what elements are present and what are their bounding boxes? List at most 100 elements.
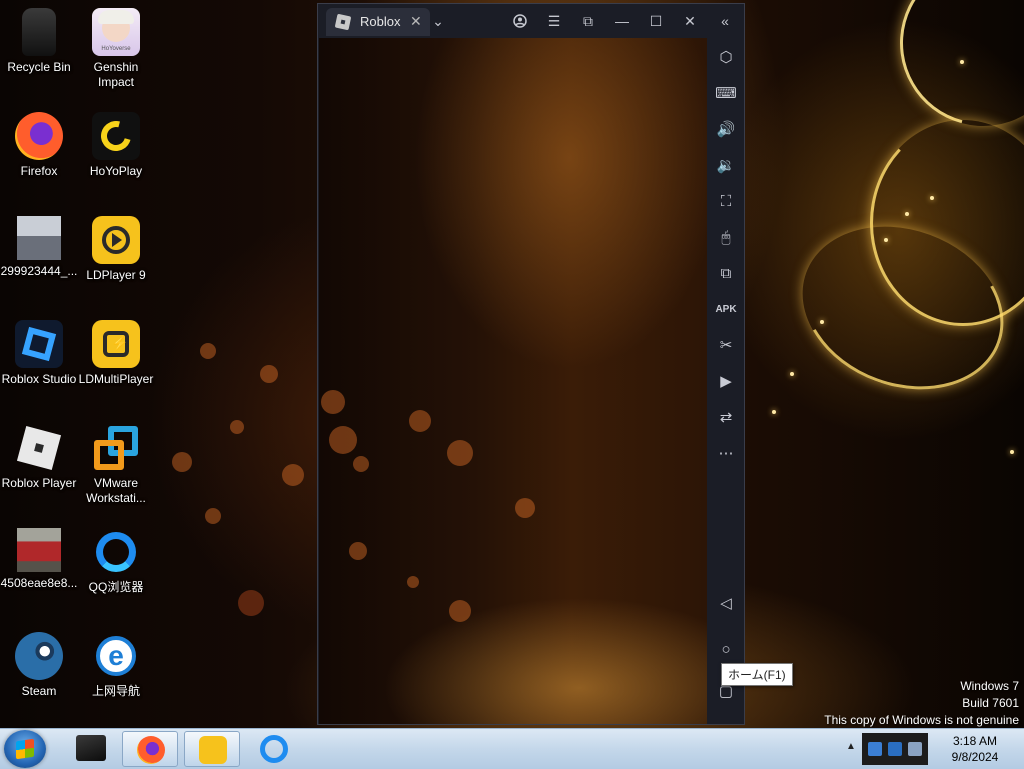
settings-icon[interactable]: ⬡ bbox=[713, 46, 739, 70]
taskbar-item-qq-browser[interactable] bbox=[246, 731, 302, 767]
taskbar-clock[interactable]: 3:18 AM 9/8/2024 bbox=[940, 733, 1010, 765]
clock-time: 3:18 AM bbox=[952, 734, 998, 748]
emulator-sidebar: ⬡ ⌨ 🔊 🔉 ⛶ 🖱 ⧉ APK ✂ ▶ ⇄ ⋯ ◁ ○ ▢ bbox=[707, 38, 744, 724]
screen-bokeh bbox=[329, 426, 357, 454]
desktop-icon-roblox-player[interactable]: Roblox Player bbox=[0, 424, 78, 491]
internet-explorer-icon: e bbox=[92, 632, 140, 680]
desktop-icon-label: HoYoPlay bbox=[89, 164, 143, 178]
emulator-titlebar[interactable]: Roblox ✕ ⌄ ☰ ⧉ — ☐ ✕ « bbox=[318, 4, 744, 38]
wallpaper-bokeh bbox=[260, 365, 278, 383]
clock-date: 9/8/2024 bbox=[951, 750, 999, 764]
home-tooltip: ホーム(F1) bbox=[721, 663, 793, 686]
watermark-os: Windows 7 bbox=[960, 679, 1019, 693]
taskbar-item-firefox[interactable] bbox=[122, 731, 178, 767]
menu-icon[interactable]: ☰ bbox=[542, 10, 566, 32]
start-button[interactable] bbox=[4, 730, 46, 768]
sync-icon[interactable]: ⇄ bbox=[713, 406, 739, 430]
desktop-icon-label: 上网导航 bbox=[91, 684, 140, 698]
desktop-icon-ldplayer[interactable]: LDPlayer 9 bbox=[77, 216, 155, 283]
more-icon[interactable]: ⋯ bbox=[713, 442, 739, 466]
close-tab-icon[interactable]: ✕ bbox=[410, 13, 422, 30]
volume-icon[interactable] bbox=[908, 742, 922, 756]
steam-icon bbox=[15, 632, 63, 680]
wallpaper-sparkle bbox=[772, 410, 776, 414]
volume-up-icon[interactable]: 🔊 bbox=[713, 118, 739, 142]
screen-bokeh bbox=[349, 542, 367, 560]
system-tray: ▲ 3:18 AM 9/8/2024 bbox=[840, 729, 1024, 769]
wallpaper-sparkle bbox=[820, 320, 824, 324]
desktop-icon-label: Roblox Player bbox=[1, 476, 77, 490]
watermark-genuine-notice: This copy of Windows is not genuine bbox=[824, 713, 1019, 727]
desktop-icon-label: Roblox Studio bbox=[1, 372, 77, 386]
ldplayer-icon bbox=[92, 216, 140, 264]
tray-overflow-icon[interactable]: ▲ bbox=[846, 741, 856, 752]
desktop-icon-firefox[interactable]: Firefox bbox=[0, 112, 78, 179]
desktop-icon-qq-browser[interactable]: QQ浏览器 bbox=[77, 528, 155, 595]
tab-label: Roblox bbox=[360, 14, 401, 29]
hoyoplay-icon bbox=[92, 112, 140, 160]
wallpaper-sparkle bbox=[790, 372, 794, 376]
wallpaper-sparkle bbox=[930, 196, 934, 200]
multi-instance-icon[interactable]: ⧉ bbox=[713, 262, 739, 286]
apk-install-icon[interactable]: APK bbox=[713, 298, 739, 322]
desktop-icon-ldmultiplayer[interactable]: ⚡ LDMultiPlayer bbox=[77, 320, 155, 387]
home-icon[interactable]: ○ bbox=[713, 638, 739, 662]
desktop-icon-steam[interactable]: Steam bbox=[0, 632, 78, 699]
desktop-icon-label: LDPlayer 9 bbox=[86, 268, 146, 282]
desktop-icon-label: Recycle Bin bbox=[7, 60, 71, 74]
tab-roblox[interactable]: Roblox ✕ bbox=[326, 8, 430, 36]
photo-file-icon bbox=[17, 528, 61, 572]
wallpaper-bokeh bbox=[205, 508, 221, 524]
chevron-down-icon[interactable]: ⌄ bbox=[426, 10, 450, 32]
taskbar-item-ldmultiplayer[interactable] bbox=[62, 731, 118, 767]
desktop-icon-roblox-studio[interactable]: Roblox Studio bbox=[0, 320, 78, 387]
desktop-icon-ie-navigation[interactable]: e 上网导航 bbox=[77, 632, 155, 699]
close-icon[interactable]: ✕ bbox=[678, 10, 702, 32]
tray-app-icon[interactable] bbox=[868, 742, 882, 756]
desktop-icon-genshin-impact[interactable]: HoYoverse Genshin Impact bbox=[77, 8, 155, 90]
screen-bokeh bbox=[409, 410, 431, 432]
minimize-icon[interactable]: — bbox=[610, 10, 634, 32]
taskbar-item-ldplayer[interactable] bbox=[184, 731, 240, 767]
mouse-lock-icon[interactable]: 🖱 bbox=[713, 226, 739, 250]
wallpaper-bokeh bbox=[282, 464, 304, 486]
qq-browser-icon bbox=[260, 735, 288, 763]
desktop-icon-recycle-bin[interactable]: Recycle Bin bbox=[0, 8, 78, 75]
maximize-icon[interactable]: ☐ bbox=[644, 10, 668, 32]
desktop-icon-photo-1[interactable]: 299923444_... bbox=[0, 216, 78, 279]
desktop-icon-label: Genshin Impact bbox=[93, 60, 139, 89]
cut-icon[interactable]: ✂ bbox=[713, 334, 739, 358]
ldmultiplayer-box-icon bbox=[76, 735, 106, 761]
collapse-sidebar-icon[interactable]: « bbox=[713, 10, 737, 32]
windows-watermark: Windows 7 Build 7601 This copy of Window… bbox=[824, 678, 1019, 728]
screen-bokeh bbox=[321, 390, 345, 414]
network-icon[interactable] bbox=[888, 742, 902, 756]
desktop-icon-label: QQ浏览器 bbox=[88, 580, 144, 594]
desktop-icon-label: VMware Workstati... bbox=[86, 476, 146, 505]
desktop-icon-hoyoplay[interactable]: HoYoPlay bbox=[77, 112, 155, 179]
emulator-screen[interactable] bbox=[319, 38, 707, 724]
back-icon[interactable]: ◁ bbox=[713, 592, 739, 616]
desktop-icon-label: 299923444_... bbox=[0, 264, 78, 278]
account-icon[interactable] bbox=[508, 10, 532, 32]
watermark-build: Build 7601 bbox=[962, 696, 1019, 710]
emulator-window[interactable]: Roblox ✕ ⌄ ☰ ⧉ — ☐ ✕ « ⬡ ⌨ 🔊 🔉 ⛶ 🖱 ⧉ APK… bbox=[317, 3, 745, 725]
qq-browser-icon bbox=[92, 528, 140, 576]
restore-window-icon[interactable]: ⧉ bbox=[576, 10, 600, 32]
desktop-icon-label: 4508eae8e8... bbox=[0, 576, 78, 590]
genshin-impact-icon: HoYoverse bbox=[92, 8, 140, 56]
windows-logo-icon bbox=[16, 738, 34, 760]
record-icon[interactable]: ▶ bbox=[713, 370, 739, 394]
volume-down-icon[interactable]: 🔉 bbox=[713, 154, 739, 178]
photo-file-icon bbox=[17, 216, 61, 260]
screen-bokeh bbox=[449, 600, 471, 622]
desktop-icon-vmware[interactable]: VMware Workstati... bbox=[77, 424, 155, 506]
screen-bokeh bbox=[353, 456, 369, 472]
desktop-icon-photo-2[interactable]: 4508eae8e8... bbox=[0, 528, 78, 591]
keyboard-icon[interactable]: ⌨ bbox=[713, 82, 739, 106]
screenshot-icon[interactable]: ⛶ bbox=[713, 190, 739, 214]
roblox-player-icon bbox=[15, 424, 63, 472]
desktop-icon-label: Steam bbox=[21, 684, 57, 698]
genshin-badge-text: HoYoverse bbox=[101, 46, 131, 52]
wallpaper-sparkle bbox=[960, 60, 964, 64]
